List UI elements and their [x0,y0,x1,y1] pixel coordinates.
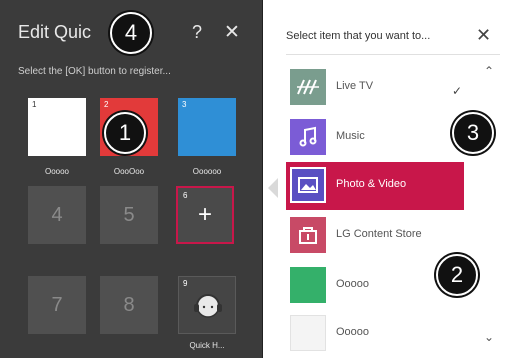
marker-1: 1 [104,112,146,154]
list-item-live-tv[interactable]: Live TV [278,64,498,112]
pointer-arrow [268,178,278,198]
tile-number: 9 [183,279,188,288]
music-icon [290,119,326,155]
photo-video-icon [290,167,326,203]
green-app-icon [290,267,326,303]
list-item-lg-content-store[interactable]: LG Content Store [278,212,498,260]
tile-label: Oooooo [192,167,222,176]
chevron-down-icon[interactable]: ⌄ [484,330,494,344]
list-item-label: Ooooo [336,326,370,338]
add-slot-6[interactable]: 6 + [176,186,234,244]
marker-4: 4 [110,12,152,54]
headset-icon [194,294,222,318]
tile-number: 3 [182,100,187,109]
quick-tile-3[interactable]: 3 [178,98,236,156]
panel-title: Select item that you want to... [286,30,431,42]
empty-slot-5[interactable]: 5 [100,186,158,244]
tile-number: 2 [104,100,109,109]
list-item-label: LG Content Store [336,228,422,240]
add-icon: + [197,201,212,228]
empty-slot-8[interactable]: 8 [100,276,158,334]
tile-label: OooOoo [113,167,145,176]
list-item-label: Photo & Video [336,178,407,190]
close-icon[interactable]: ✕ [224,21,240,44]
live-tv-icon [290,69,326,105]
check-icon: ✓ [452,84,463,98]
empty-slot-7[interactable]: 7 [28,276,86,334]
panel-title: Edit Quic [18,22,92,42]
blank-app-icon [290,315,326,351]
list-item-app-6[interactable]: Ooooo [278,310,498,358]
empty-slot-4[interactable]: 4 [28,186,86,244]
list-item-label: Live TV [336,80,374,92]
instruction-text: Select the [OK] button to register... [18,66,171,77]
tile-number: 6 [183,191,188,200]
select-item-panel: Select item that you want to... ✕ ⌃ Live… [278,0,510,358]
list-item-photo-video[interactable]: Photo & Video [286,162,464,210]
marker-2: 2 [436,254,478,296]
tile-label: Quick H... [189,341,225,350]
tile-number: 1 [32,100,37,109]
list-item-label: Music [336,130,365,142]
help-icon[interactable]: ? [192,22,202,43]
marker-3: 3 [452,112,494,154]
quick-help-tile[interactable]: 9 [178,276,236,334]
divider [286,54,500,55]
content-store-icon [290,217,326,253]
list-item-label: Ooooo [336,278,370,290]
tile-label: Ooooo [44,167,70,176]
quick-tile-1[interactable]: 1 [28,98,86,156]
close-icon[interactable]: ✕ [476,25,491,46]
